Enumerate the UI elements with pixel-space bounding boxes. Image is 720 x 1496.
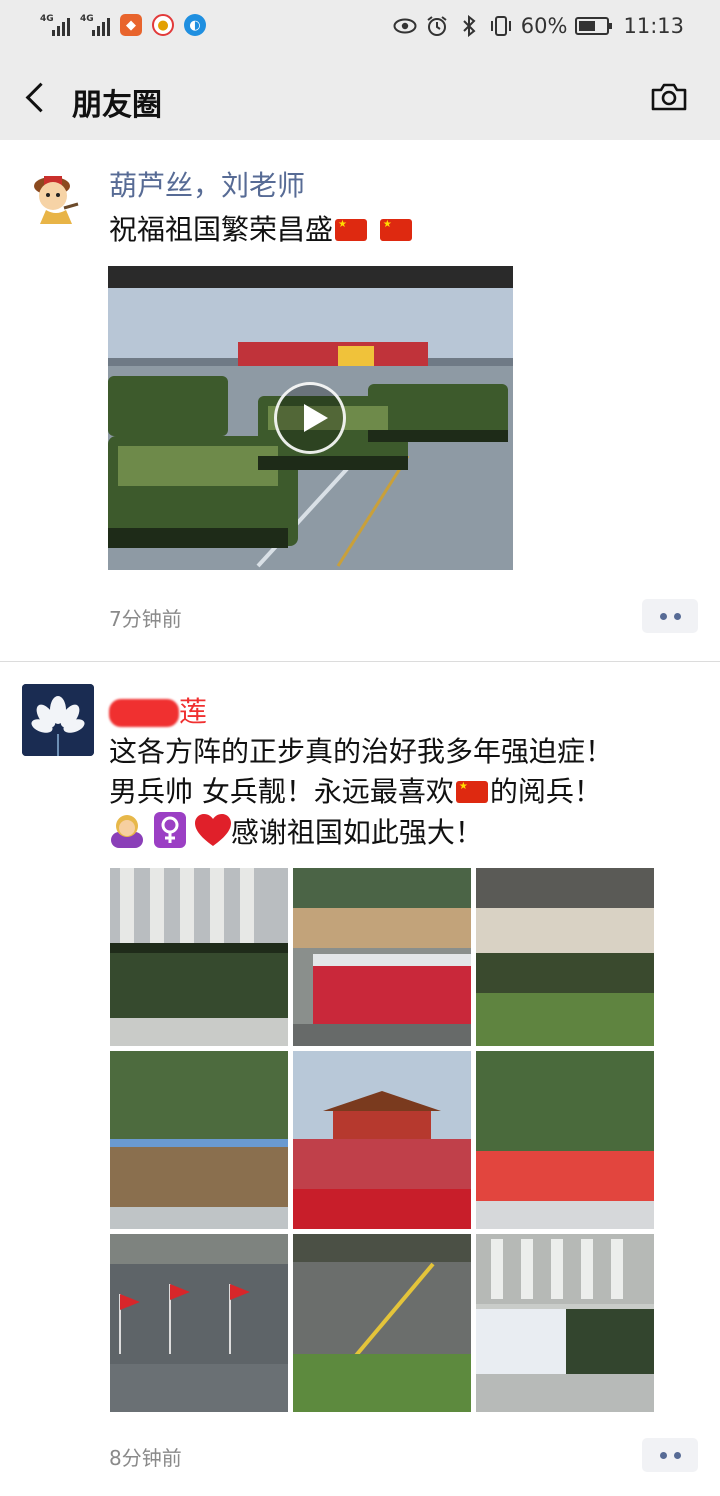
- page-title: 朋友圈: [72, 88, 162, 123]
- signal-icon: 4G: [40, 14, 70, 36]
- grid-image[interactable]: [110, 1234, 288, 1412]
- app-weibo-icon: ●: [152, 14, 174, 36]
- woman-emoji-icon: [109, 812, 145, 848]
- grid-image[interactable]: [293, 868, 471, 1046]
- grid-image[interactable]: [476, 1051, 654, 1229]
- grid-image[interactable]: [293, 1234, 471, 1412]
- china-flag-icon: [335, 219, 368, 241]
- china-flag-icon: [455, 781, 488, 803]
- author-name[interactable]: 莲: [109, 690, 207, 730]
- status-right: 60% 11:13: [393, 14, 684, 38]
- grid-image[interactable]: [293, 1051, 471, 1229]
- app-fox-icon: ◆: [120, 14, 142, 36]
- network-type: 4G: [80, 14, 94, 24]
- post-text-line: 男兵帅 女兵靓！永远最喜欢 的阅兵！: [109, 772, 699, 812]
- moment-post: 葫芦丝，刘老师 祝福祖国繁荣昌盛 7分钟前: [0, 140, 720, 662]
- post-text-content: 祝福祖国繁荣昌盛: [109, 213, 334, 246]
- nav-bar: 朋友圈: [0, 58, 720, 140]
- battery-icon: [575, 17, 613, 35]
- post-text-line: 感谢祖国如此强大！: [109, 812, 699, 853]
- eye-icon: [393, 14, 417, 38]
- grid-image[interactable]: [476, 1234, 654, 1412]
- camera-icon[interactable]: [650, 82, 688, 112]
- post-text-line: 这各方阵的正步真的治好我多年强迫症！: [109, 735, 614, 768]
- more-actions-button[interactable]: [642, 1438, 698, 1472]
- play-icon[interactable]: [274, 382, 346, 454]
- china-flag-icon: [379, 219, 412, 241]
- author-name-text: 莲: [179, 695, 208, 728]
- red-heart-icon: [194, 814, 231, 848]
- clock: 11:13: [623, 14, 684, 38]
- video-thumbnail[interactable]: [108, 266, 513, 570]
- bluetooth-icon: [457, 14, 481, 38]
- avatar[interactable]: [22, 162, 94, 234]
- more-actions-button[interactable]: [642, 599, 698, 633]
- signal-icon: 4G: [80, 14, 110, 36]
- name-redaction: [109, 699, 179, 727]
- grid-image[interactable]: [476, 868, 654, 1046]
- post-text: 祝福祖国繁荣昌盛: [109, 210, 699, 250]
- battery-fill: [579, 21, 596, 31]
- battery-percent: 60%: [520, 14, 568, 38]
- network-type: 4G: [40, 14, 54, 24]
- post-text-fragment: 感谢祖国如此强大！: [230, 816, 483, 849]
- alarm-icon: [425, 14, 449, 38]
- avatar[interactable]: [22, 684, 94, 756]
- vibrate-icon: [489, 14, 513, 38]
- post-text-fragment: 男兵帅 女兵靓！永远最喜欢: [109, 775, 454, 808]
- status-bar: 4G 4G ◆ ● ◐ 60% 11:13: [0, 0, 720, 58]
- grid-image[interactable]: [110, 1051, 288, 1229]
- post-text-fragment: 的阅兵！: [489, 775, 602, 808]
- female-sign-icon: [153, 812, 186, 848]
- image-grid: [110, 868, 654, 1412]
- post-time: 7分钟前: [109, 607, 182, 631]
- grid-image[interactable]: [110, 868, 288, 1046]
- post-text: 这各方阵的正步真的治好我多年强迫症！ 男兵帅 女兵靓！永远最喜欢 的阅兵！ 感谢祖…: [109, 732, 699, 853]
- author-name[interactable]: 葫芦丝，刘老师: [109, 164, 305, 204]
- post-time: 8分钟前: [109, 1446, 182, 1470]
- app-browser-icon: ◐: [184, 14, 206, 36]
- back-chevron-icon[interactable]: [22, 80, 52, 116]
- moment-post: 莲 这各方阵的正步真的治好我多年强迫症！ 男兵帅 女兵靓！永远最喜欢 的阅兵！ 感…: [0, 662, 720, 1496]
- status-left: 4G 4G ◆ ● ◐: [40, 14, 206, 36]
